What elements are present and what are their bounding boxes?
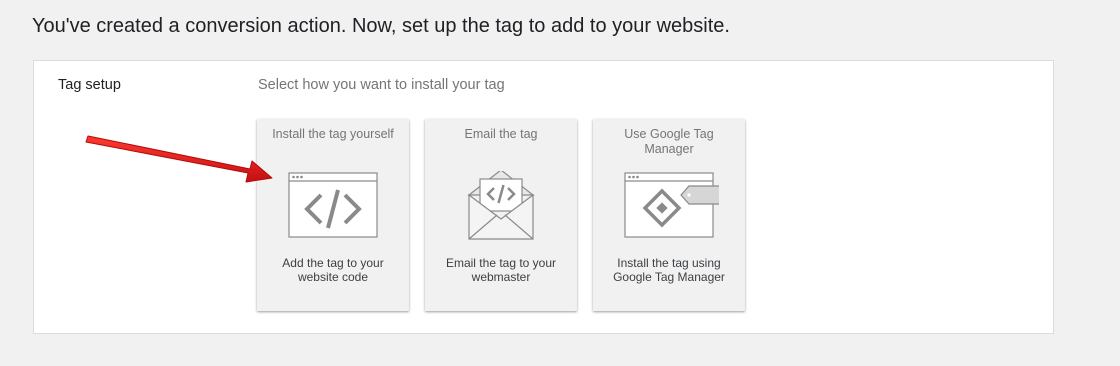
option-description: Add the tag to your website code <box>282 256 384 284</box>
option-card-google-tag-manager[interactable]: Use Google Tag Manager Install the tag u… <box>593 119 745 311</box>
option-card-email-tag[interactable]: Email the tag Email the tag to your webm… <box>425 119 577 311</box>
option-description: Email the tag to your webmaster <box>445 256 557 284</box>
annotation-arrow-icon <box>85 135 273 183</box>
browser-code-icon <box>288 172 378 238</box>
section-label-tag-setup: Tag setup <box>58 77 121 93</box>
option-title: Install the tag yourself <box>272 127 394 141</box>
option-title: Email the tag <box>464 127 538 141</box>
install-instruction: Select how you want to install your tag <box>258 77 505 93</box>
envelope-code-icon <box>467 171 535 240</box>
page-heading: You've created a conversion action. Now,… <box>32 15 730 37</box>
option-description: Install the tag using Google Tag Manager <box>613 256 725 284</box>
tag-manager-icon <box>624 172 719 238</box>
option-title: Use Google Tag Manager <box>624 127 714 156</box>
tag-setup-panel: Tag setup Select how you want to install… <box>33 60 1054 334</box>
